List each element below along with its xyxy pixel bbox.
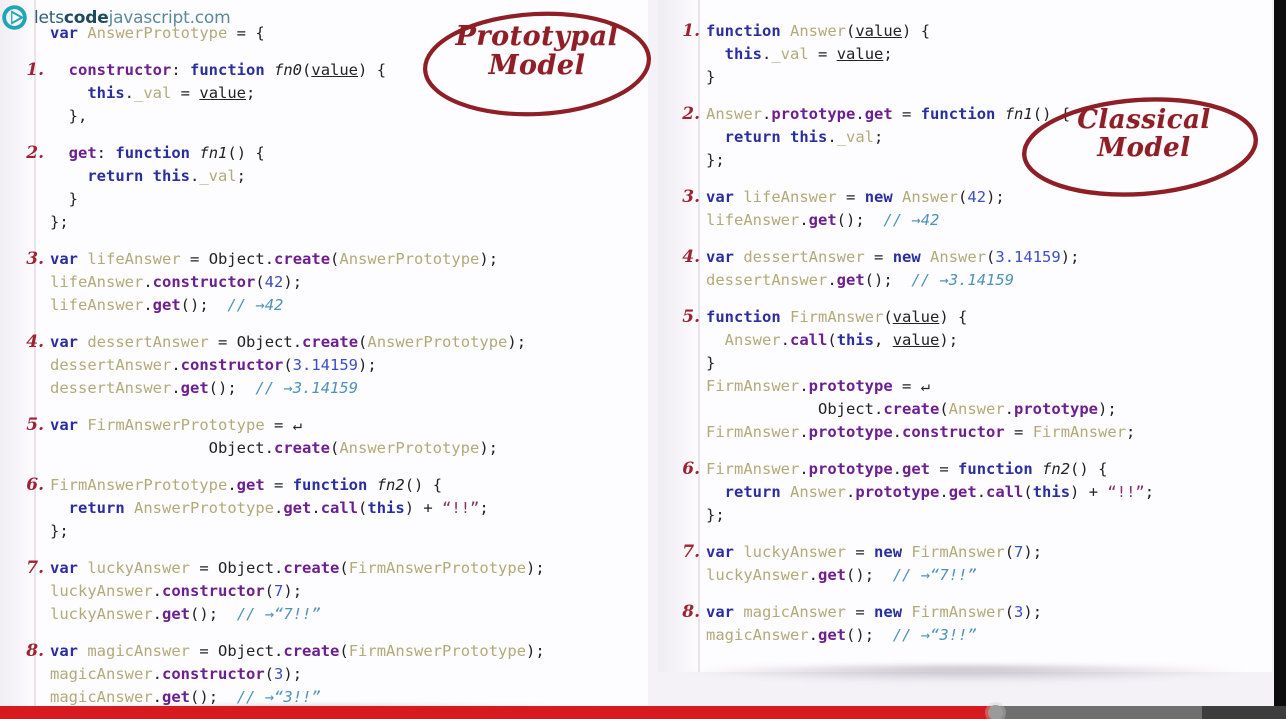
code-line: } — [68, 190, 79, 208]
step-number: 2. — [682, 104, 700, 124]
code-line: return this._val; — [724, 128, 884, 146]
code-spacer — [666, 587, 1154, 601]
step-number: 1. — [682, 21, 700, 41]
code-line: 5. function FirmAnswer(value) { — [666, 306, 1154, 329]
code-line: 4. var dessertAnswer = new Answer(3.14159… — [666, 246, 1154, 269]
code-line: Object.create(AnswerPrototype); — [208, 439, 498, 457]
code-line: lifeAnswer.constructor(42); — [50, 273, 303, 291]
step-number: 4. — [26, 332, 44, 352]
brand-part-lets: lets — [34, 7, 64, 28]
code-spacer — [666, 172, 1154, 186]
code-line: FirmAnswer.prototype = ↵ — [706, 377, 931, 395]
code-line: 6. FirmAnswerPrototype.get = function fn2… — [10, 474, 545, 497]
code-line: 2. get: function fn1() { — [10, 142, 545, 165]
code-line: }, — [68, 107, 88, 125]
code-line: dessertAnswer.get(); // →3.14159 — [50, 379, 359, 397]
code-line: 3. var lifeAnswer = new Answer(42); — [666, 186, 1154, 209]
code-line: luckyAnswer.get(); // →“7!!” — [50, 605, 321, 623]
code-line: return Answer.prototype.get.call(this) +… — [724, 483, 1155, 501]
code-line: }; — [50, 213, 69, 231]
code-line: magicAnswer.constructor(3); — [50, 665, 303, 683]
code-line: this._val = value; — [724, 45, 893, 63]
code-line: 1. function Answer(value) { — [666, 20, 1154, 43]
slide-panel-classical: 1. function Answer(value) { this._val = v… — [658, 0, 1272, 672]
code-line: 8. var magicAnswer = Object.create(FirmAn… — [10, 640, 544, 663]
code-line: }; — [50, 522, 69, 540]
code-line: } — [706, 354, 716, 372]
code-spacer — [666, 232, 1154, 246]
step-number: 3. — [26, 249, 44, 269]
code-spacer — [10, 234, 545, 248]
brand-logo[interactable]: letscodejavascript.com — [1, 4, 231, 31]
code-spacer — [666, 292, 1154, 306]
code-block-classical: 1. function Answer(value) { this._val = v… — [666, 20, 1154, 647]
code-line: 6. FirmAnswer.prototype.get = function fn… — [666, 458, 1154, 481]
code-spacer — [10, 460, 545, 474]
code-line: return this._val; — [87, 167, 247, 185]
video-progress-bar[interactable] — [0, 705, 1286, 719]
code-spacer — [666, 89, 1154, 103]
code-line: 7. var luckyAnswer = Object.create(FirmAn… — [10, 557, 544, 580]
code-spacer — [10, 543, 545, 557]
step-number: 6. — [26, 475, 44, 495]
code-line: luckyAnswer.get(); // →“7!!” — [706, 566, 977, 584]
code-line: 4. var dessertAnswer = Object.create(Answ… — [10, 331, 545, 354]
code-line: magicAnswer.get(); // →“3!!” — [706, 626, 977, 644]
play-circle-logo-icon — [2, 5, 27, 30]
code-line: this._val = value; — [87, 84, 256, 102]
code-line: dessertAnswer.get(); // →3.14159 — [706, 271, 1015, 289]
code-block-prototypal: var AnswerPrototype = {1. constructor: f… — [10, 22, 545, 709]
step-number: 8. — [682, 602, 700, 622]
code-line: 1. constructor: function fn0(value) { — [10, 59, 545, 82]
code-line: return AnswerPrototype.get.call(this) + … — [68, 499, 489, 517]
code-line: } — [706, 68, 716, 86]
code-line: FirmAnswer.prototype.constructor = FirmA… — [706, 423, 1136, 441]
code-spacer — [10, 128, 545, 142]
brand-wordmark: letscodejavascript.com — [34, 7, 231, 28]
progress-buffered — [994, 706, 1203, 719]
code-line: 7. var luckyAnswer = new FirmAnswer(7); — [666, 541, 1154, 564]
step-number: 5. — [26, 415, 44, 435]
step-number: 6. — [682, 459, 700, 479]
code-spacer — [10, 626, 545, 640]
code-line: lifeAnswer.get(); // →42 — [706, 211, 940, 229]
step-number: 7. — [682, 542, 700, 562]
step-number: 3. — [682, 187, 700, 207]
code-line: 3. var lifeAnswer = Object.create(AnswerP… — [10, 248, 545, 271]
brand-part-domain: .com — [189, 7, 231, 28]
code-spacer — [10, 317, 545, 331]
progress-scrubber-handle[interactable] — [988, 705, 1004, 719]
step-number: 4. — [682, 247, 700, 267]
slide-panel-prototypal: letscodejavascript.com var AnswerPrototy… — [0, 0, 648, 712]
step-number: 7. — [26, 558, 44, 578]
screen-right-edge — [1274, 0, 1286, 706]
code-spacer — [10, 400, 545, 414]
slide-stage: letscodejavascript.com var AnswerPrototy… — [0, 0, 1286, 719]
step-number: 5. — [682, 307, 700, 327]
code-line: lifeAnswer.get(); // →42 — [50, 296, 284, 314]
code-line: }; — [706, 506, 725, 524]
step-number: 2. — [26, 143, 44, 163]
step-number: 8. — [26, 641, 44, 661]
code-line: 8. var magicAnswer = new FirmAnswer(3); — [666, 601, 1154, 624]
code-line: Object.create(Answer.prototype); — [817, 400, 1117, 418]
code-spacer — [666, 527, 1154, 541]
code-spacer — [666, 444, 1154, 458]
code-line: dessertAnswer.constructor(3.14159); — [50, 356, 377, 374]
progress-played — [0, 706, 995, 719]
brand-part-javascript: javascript — [108, 7, 190, 28]
code-line: }; — [706, 151, 725, 169]
brand-part-code: code — [63, 7, 109, 28]
code-line: 5. var FirmAnswerPrototype = ↵ — [10, 414, 545, 437]
step-number: 1. — [26, 60, 44, 80]
code-line: 2. Answer.prototype.get = function fn1() … — [666, 103, 1154, 126]
code-line: Answer.call(this, value); — [724, 331, 959, 349]
code-line: luckyAnswer.constructor(7); — [50, 582, 303, 600]
code-spacer — [10, 45, 545, 59]
